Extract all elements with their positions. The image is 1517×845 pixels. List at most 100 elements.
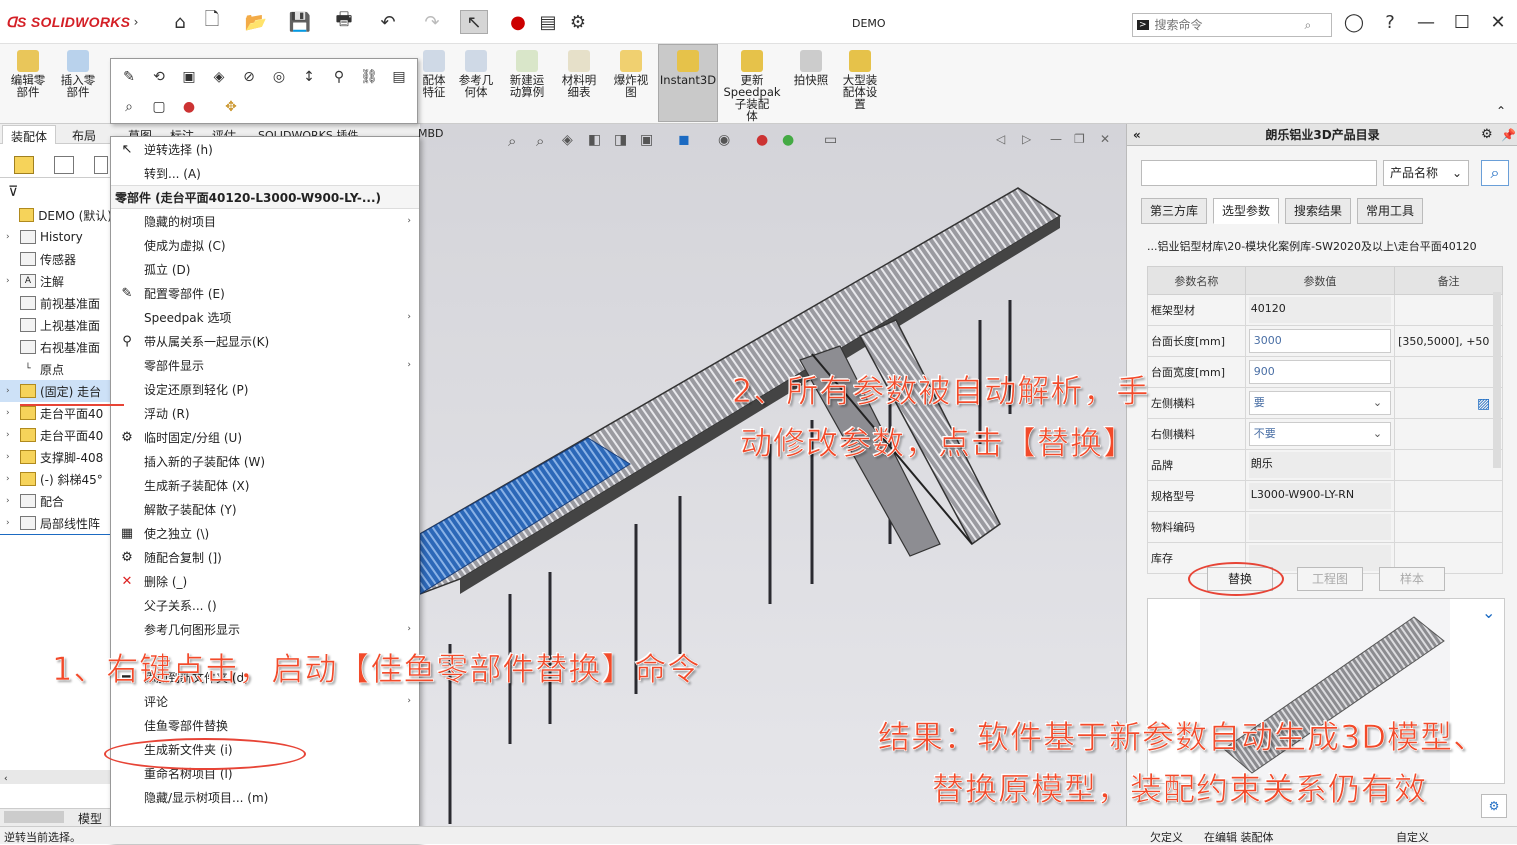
home-icon[interactable]: ⌂ <box>168 10 192 34</box>
tree-item[interactable]: › 走台平面40 <box>0 424 112 446</box>
menu-item[interactable]: 生成新子装配体 (X) <box>111 473 419 497</box>
param-input[interactable]: 3000 <box>1248 329 1392 353</box>
property-manager-tab-icon[interactable] <box>54 156 74 174</box>
list-icon[interactable]: ▤ <box>389 67 409 87</box>
menu-item[interactable]: ✎ 配置零部件 (E) <box>111 281 419 305</box>
menu-item[interactable]: 浮动 (R) <box>111 401 419 425</box>
tree-item[interactable]: └ 原点 <box>0 358 112 380</box>
menu-item[interactable]: ⚲ 带从属关系一起显示(K) <box>111 329 419 353</box>
configuration-tab-icon[interactable] <box>94 156 108 174</box>
hide-component-icon[interactable]: ⊘ <box>239 67 259 87</box>
tree-item[interactable]: 右视基准面 <box>0 336 112 358</box>
jiayu-component-replace-menu-item[interactable]: 佳鱼零部件替换 <box>111 713 419 737</box>
menu-item[interactable]: 评论 › <box>111 689 419 713</box>
tab-search-results[interactable]: 搜索结果 <box>1285 198 1351 224</box>
catalog-search-input[interactable] <box>1141 160 1377 186</box>
param-select[interactable]: 要 ⌄ <box>1248 391 1392 415</box>
menu-item[interactable]: 设定还原到轻化 (P) <box>111 377 419 401</box>
tree-item[interactable]: DEMO (默认) <box>0 204 112 226</box>
update-speedpak-button[interactable]: 更新 Speedpak 子装配 体 <box>722 50 782 122</box>
open-part-icon[interactable]: ▢ <box>149 97 169 117</box>
search-field-select[interactable]: 产品名称 ⌄ <box>1383 160 1469 186</box>
menu-item[interactable]: 零部件显示 › <box>111 353 419 377</box>
tab-model[interactable]: 模型 <box>78 810 102 827</box>
filter-icon[interactable]: ⊽ <box>8 184 18 200</box>
chevron-right-icon[interactable]: › <box>128 10 144 34</box>
menu-item[interactable]: 隐藏的树项目 › <box>111 209 419 233</box>
options-gear-icon[interactable]: ⚙ <box>568 10 588 34</box>
file-properties-icon[interactable]: ▤ <box>538 10 558 34</box>
tab-nav-buttons[interactable] <box>4 811 64 823</box>
menu-item[interactable]: 解散子装配体 (Y) <box>111 497 419 521</box>
print-icon[interactable]: 🖶 <box>332 9 356 34</box>
tab-mbd[interactable]: MBD <box>410 125 452 144</box>
move-component-icon[interactable]: ✥ <box>221 97 241 117</box>
catalog-search-button[interactable]: ⌕ <box>1481 160 1509 186</box>
pin-icon[interactable]: 📌 <box>1501 124 1516 146</box>
edit-component-button[interactable]: 编辑零 部件 <box>6 50 50 98</box>
assembly-feature-button[interactable]: 配体 特征 <box>418 50 450 98</box>
param-input[interactable]: 900 <box>1248 360 1392 384</box>
tab-layout[interactable]: 布局 <box>64 125 104 144</box>
rebuild-traffic-light-icon[interactable]: ● <box>508 10 528 34</box>
new-motion-study-button[interactable]: 新建运 动算例 <box>504 50 550 98</box>
maximize-icon[interactable]: ☐ <box>1448 12 1476 33</box>
feature-tree-tab-icon[interactable] <box>14 156 34 174</box>
tree-item[interactable]: › A 注解 <box>0 270 112 292</box>
menu-item[interactable]: ▦ 使之独立 (\) <box>111 521 419 545</box>
table-scrollbar[interactable] <box>1493 292 1501 468</box>
tab-assembly[interactable]: 装配体 <box>2 125 57 144</box>
collapse-ribbon-icon[interactable]: ⌃ <box>1496 104 1506 118</box>
tree-item[interactable]: › History <box>0 226 112 248</box>
tree-item[interactable]: 上视基准面 <box>0 314 112 336</box>
magnifier-icon[interactable]: ⌕ <box>1305 18 1312 33</box>
zoom-selection-icon[interactable]: ⌕ <box>119 97 139 117</box>
take-snapshot-button[interactable]: 拍快照 <box>788 50 834 86</box>
menu-item[interactable]: 参考几何图形显示 › <box>111 617 419 641</box>
tab-third-party-library[interactable]: 第三方库 <box>1141 198 1207 224</box>
edit-part-icon[interactable]: ✎ <box>119 67 139 87</box>
save-icon[interactable]: 💾 <box>288 10 312 34</box>
collapse-panel-icon[interactable]: « <box>1133 124 1141 146</box>
large-assembly-settings-button[interactable]: 大型装 配体设 置 <box>836 50 884 110</box>
menu-item[interactable]: 隐藏/显示树项目... (m) <box>111 785 419 809</box>
tree-item[interactable]: › (-) 斜梯45° <box>0 468 112 490</box>
redo-icon[interactable]: ↷ <box>420 10 444 34</box>
menu-item[interactable]: 父子关系... () <box>111 593 419 617</box>
catalog-settings-icon[interactable]: ⚙ <box>1481 794 1507 818</box>
drawing-button[interactable]: 工程图 <box>1297 567 1363 591</box>
link-icon[interactable]: ⛓ <box>359 67 379 87</box>
menu-item[interactable]: ✕ 删除 (_) <box>111 569 419 593</box>
open-file-icon[interactable]: 📂 <box>244 10 268 34</box>
menu-item[interactable]: 使成为虚拟 (C) <box>111 233 419 257</box>
sort-icon[interactable]: ↕ <box>299 67 319 87</box>
menu-item[interactable]: 插入新的子装配体 (W) <box>111 449 419 473</box>
close-icon[interactable]: ✕ <box>1484 12 1512 33</box>
menu-item[interactable]: Speedpak 选项 › <box>111 305 419 329</box>
tree-item[interactable]: 前视基准面 <box>0 292 112 314</box>
tree-item[interactable]: › 支撑脚-408 <box>0 446 112 468</box>
image-preview-icon[interactable]: ▨ <box>1477 396 1490 412</box>
scroll-left-icon[interactable]: ‹ <box>4 774 8 784</box>
param-select[interactable]: 不要 ⌄ <box>1248 422 1392 446</box>
sample-button[interactable]: 样本 <box>1379 567 1445 591</box>
change-transparency-icon[interactable]: ◈ <box>209 67 229 87</box>
menu-item[interactable]: 转到... (A) <box>111 161 419 185</box>
tab-common-tools[interactable]: 常用工具 <box>1357 198 1423 224</box>
bill-of-materials-button[interactable]: 材料明 细表 <box>556 50 602 98</box>
search-command-box[interactable]: > ⌕ <box>1132 13 1332 37</box>
user-account-icon[interactable]: ◯ <box>1340 12 1368 33</box>
tab-selection-params[interactable]: 选型参数 <box>1213 198 1279 224</box>
tree-item[interactable]: 传感器 <box>0 248 112 270</box>
reference-geometry-button[interactable]: 参考几 何体 <box>454 50 498 98</box>
insert-component-button[interactable]: 插入零 部件 <box>54 50 102 98</box>
settings-gear-icon[interactable]: ⚙ <box>1481 124 1493 146</box>
new-document-icon[interactable]: 🗋 <box>200 9 224 34</box>
appearance-icon[interactable]: ● <box>179 97 199 117</box>
menu-item[interactable]: ⚙ 随配合复制 (]) <box>111 545 419 569</box>
help-icon[interactable]: ? <box>1376 12 1404 33</box>
undo-icon[interactable]: ↶ <box>376 10 400 34</box>
search-input[interactable] <box>1154 18 1305 32</box>
status-units[interactable]: 自定义 <box>1396 829 1429 845</box>
menu-item[interactable]: ⚙ 临时固定/分组 (U) <box>111 425 419 449</box>
